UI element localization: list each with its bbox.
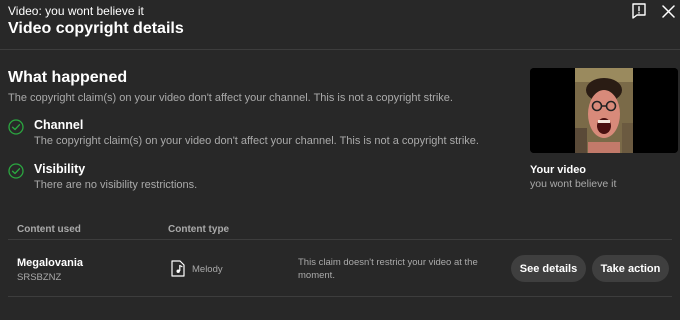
dialog-header: Video: you wont believe it Video copyrig… [0,0,680,50]
status-item-title: Channel [34,118,84,132]
copyright-details-dialog: Video: you wont believe it Video copyrig… [0,0,680,320]
feedback-button[interactable] [630,2,648,20]
content-title: Megalovania [17,257,84,269]
check-circle-icon [8,163,24,179]
status-item-visibility: Visibility There are no visibility restr… [8,162,488,194]
music-note-icon [171,260,185,277]
see-details-button[interactable]: See details [511,255,586,282]
status-item-description: There are no visibility restrictions. [34,179,198,191]
table-row: Megalovania SRSBZNZ Melody This claim do… [8,241,672,297]
video-label: Your video [530,164,587,176]
column-header-content-type: Content type [168,224,230,235]
take-action-button[interactable]: Take action [592,255,669,282]
dialog-title: Video copyright details [8,20,184,37]
table-header: Content used Content type [8,220,672,240]
video-thumbnail[interactable] [530,68,678,153]
close-button[interactable] [659,2,677,20]
check-circle-icon [8,119,24,135]
claim-status: This claim doesn't restrict your video a… [298,257,478,281]
content-artist: SRSBZNZ [17,272,62,283]
video-subtitle: Video: you wont believe it [8,4,144,18]
content-type: Melody [192,264,223,275]
video-name: you wont believe it [530,178,617,190]
section-title: What happened [8,69,128,86]
video-thumbnail-image [530,68,678,153]
feedback-icon [632,3,646,19]
column-header-content-used: Content used [17,224,81,235]
status-item-channel: Channel The copyright claim(s) on your v… [8,118,488,150]
status-item-title: Visibility [34,162,86,176]
status-item-description: The copyright claim(s) on your video don… [34,135,479,147]
section-description: The copyright claim(s) on your video don… [8,92,453,104]
close-icon [661,4,675,18]
